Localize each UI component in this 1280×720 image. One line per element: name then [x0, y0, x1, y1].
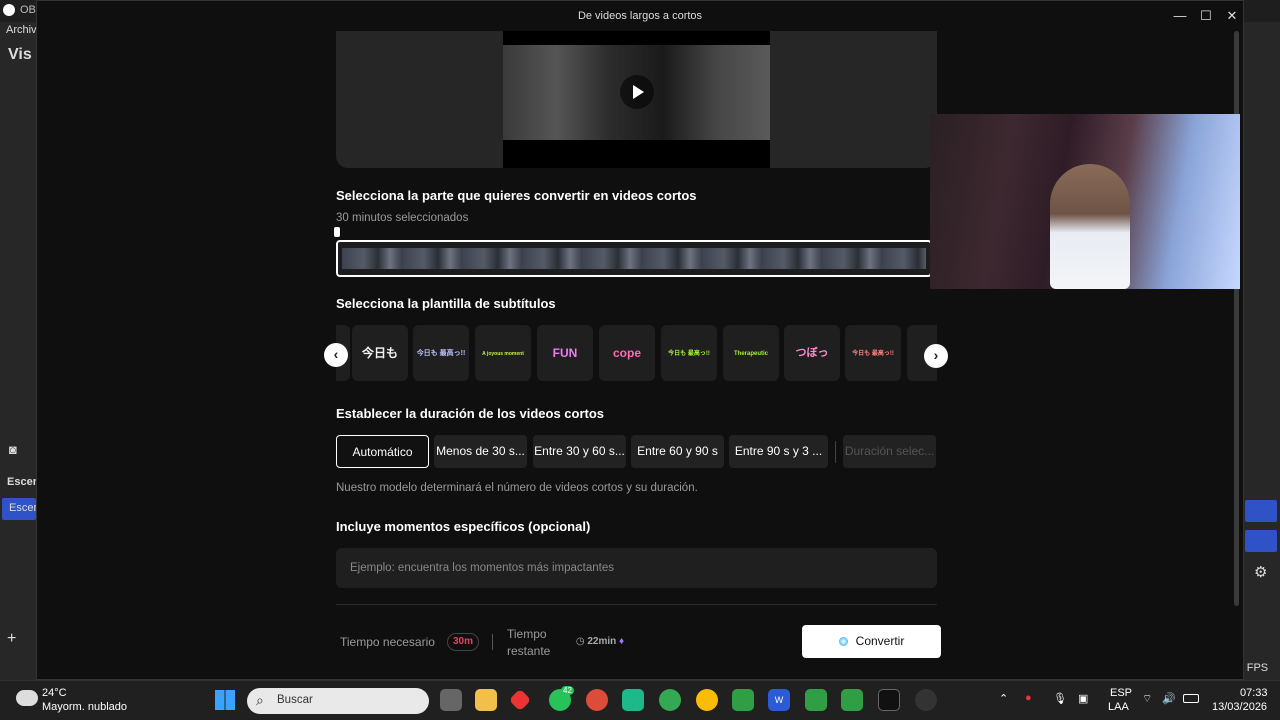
sparkle-icon [838, 637, 848, 646]
clock-icon: ◷ [575, 636, 588, 647]
minimize-icon[interactable]: — [1171, 7, 1189, 25]
whatsapp-badge: 42 [561, 686, 574, 695]
weather-desc: Mayorm. nublado [42, 701, 127, 713]
chrome-profile-icon[interactable] [659, 689, 681, 711]
subtitle-template[interactable]: 今日も [352, 325, 408, 381]
clip-range-timeline[interactable] [336, 240, 932, 277]
time-remaining-label: Tiempo [507, 627, 547, 641]
timeline-playhead[interactable] [334, 227, 340, 237]
obs-left-panel: Archiv Vis Escer Escer ◙ + [0, 22, 38, 680]
chevron-right-icon[interactable]: › [924, 344, 948, 368]
taskbar-search[interactable]: ⌕ Buscar [247, 688, 429, 714]
file-explorer-icon[interactable] [475, 689, 497, 711]
microphone-icon[interactable]: 🎙 [1053, 692, 1067, 705]
task-view-icon[interactable] [440, 689, 462, 711]
time-needed-badge: 30m [447, 633, 479, 651]
diamond-icon: ♦ [616, 636, 625, 647]
wifi-icon[interactable]: ⌔ [1142, 692, 1152, 706]
windows-start-icon[interactable] [215, 690, 235, 710]
footer-separator [492, 634, 493, 650]
obs-logo-icon [3, 4, 15, 16]
selected-duration-text: 30 minutos seleccionados [336, 212, 469, 224]
convert-button[interactable]: Convertir [802, 625, 941, 658]
volume-icon[interactable]: 🔊 [1162, 692, 1176, 705]
video-thumbnail[interactable] [503, 31, 770, 168]
timeline-thumbnails [342, 248, 926, 269]
maximize-icon[interactable]: ☐ [1197, 7, 1215, 25]
app-printer-2-icon[interactable] [805, 689, 827, 711]
obs-right-panel: ⚙ ) FPS [1240, 22, 1280, 680]
duration-section-heading: Establecer la duración de los videos cor… [336, 406, 605, 421]
obs-menu-archive[interactable]: Archiv [6, 24, 37, 36]
subtitles-section-heading: Selecciona la plantilla de subtítulos [336, 296, 556, 311]
subtitle-template[interactable]: つぼっ [784, 325, 840, 381]
chevron-left-icon[interactable]: ‹ [324, 343, 348, 367]
subtitle-template-strip: 今日も 今日も 最高っ!! A joyous moment FUN cope 今… [336, 325, 937, 382]
close-icon[interactable]: ✕ [1223, 7, 1241, 25]
webcam-overlay [930, 114, 1240, 289]
subtitle-template[interactable]: 今日も 最高っ!! [413, 325, 469, 381]
app-tray-icon[interactable]: ● [1025, 692, 1032, 704]
duration-option-90s-3m[interactable]: Entre 90 s y 3 ... [729, 435, 828, 468]
time-remaining-badge: ◷ 22min ♦ [575, 636, 625, 647]
subtitle-template[interactable]: FUN [537, 325, 593, 381]
capcut-icon[interactable] [878, 689, 900, 711]
subtitle-template[interactable]: cope [599, 325, 655, 381]
time-remaining-label-2: restante [507, 644, 551, 658]
obs-scene-item-label: Escer [9, 502, 38, 514]
language-code[interactable]: ESP [1110, 687, 1132, 699]
obs-right-blue-block[interactable] [1245, 500, 1277, 522]
add-scene-icon[interactable]: + [7, 630, 16, 648]
moments-input[interactable] [336, 548, 937, 588]
chevron-up-icon[interactable]: ⌃ [999, 692, 1008, 705]
weather-icon [16, 690, 38, 706]
weather-temp: 24°C [42, 687, 67, 699]
subtitle-template[interactable]: 今日も 最高っ!! [661, 325, 717, 381]
footer-divider [336, 604, 937, 605]
time-needed-label: Tiempo necesario [340, 635, 435, 649]
app-green-icon[interactable] [622, 689, 644, 711]
app-printer-icon[interactable] [732, 689, 754, 711]
chrome-profile-2-icon[interactable] [696, 689, 718, 711]
duration-option-custom[interactable]: Duración selec... [843, 435, 936, 468]
tray-screen-icon[interactable]: ▣ [1078, 692, 1088, 705]
subtitle-template[interactable]: Therapeutic [723, 325, 779, 381]
clock-date[interactable]: 13/03/2026 [1212, 701, 1267, 713]
chrome-icon[interactable] [586, 689, 608, 711]
obs-icon[interactable] [915, 689, 937, 711]
search-icon: ⌕ [256, 692, 264, 708]
language-layout[interactable]: LAA [1108, 701, 1129, 713]
duration-option-60-90s[interactable]: Entre 60 y 90 s [631, 435, 724, 468]
obs-app-title: OB [20, 4, 36, 16]
moments-section-heading: Incluye momentos específicos (opcional) [336, 519, 591, 534]
app-printer-3-icon[interactable] [841, 689, 863, 711]
obs-view-label: Vis [8, 46, 32, 63]
word-icon[interactable]: W [768, 689, 790, 711]
battery-icon[interactable] [1183, 694, 1199, 703]
play-icon[interactable] [620, 75, 654, 109]
subtitle-template[interactable]: 今日も 最高っ!! [845, 325, 901, 381]
camera-icon: ◙ [9, 442, 17, 457]
obs-scenes-label: Escer [7, 476, 37, 488]
long-to-short-dialog: De videos largos a cortos — ☐ ✕ Seleccio… [36, 0, 1244, 680]
duration-hint: Nuestro modelo determinará el número de … [336, 482, 698, 494]
duration-option-under-30s[interactable]: Menos de 30 s... [434, 435, 527, 468]
webcam-person [1050, 164, 1130, 289]
duration-option-30-60s[interactable]: Entre 30 y 60 s... [533, 435, 626, 468]
duration-option-automatic[interactable]: Automático [336, 435, 429, 468]
clip-section-heading: Selecciona la parte que quieres converti… [336, 188, 697, 203]
obs-fps-label: ) FPS [1240, 662, 1269, 674]
dialog-title: De videos largos a cortos [577, 10, 703, 22]
obs-right-blue-block[interactable] [1245, 530, 1277, 552]
subtitle-template[interactable]: A joyous moment [475, 325, 531, 381]
clock-time[interactable]: 07:33 [1240, 687, 1268, 699]
duration-divider [835, 441, 836, 463]
gear-icon[interactable]: ⚙ [1254, 563, 1267, 581]
